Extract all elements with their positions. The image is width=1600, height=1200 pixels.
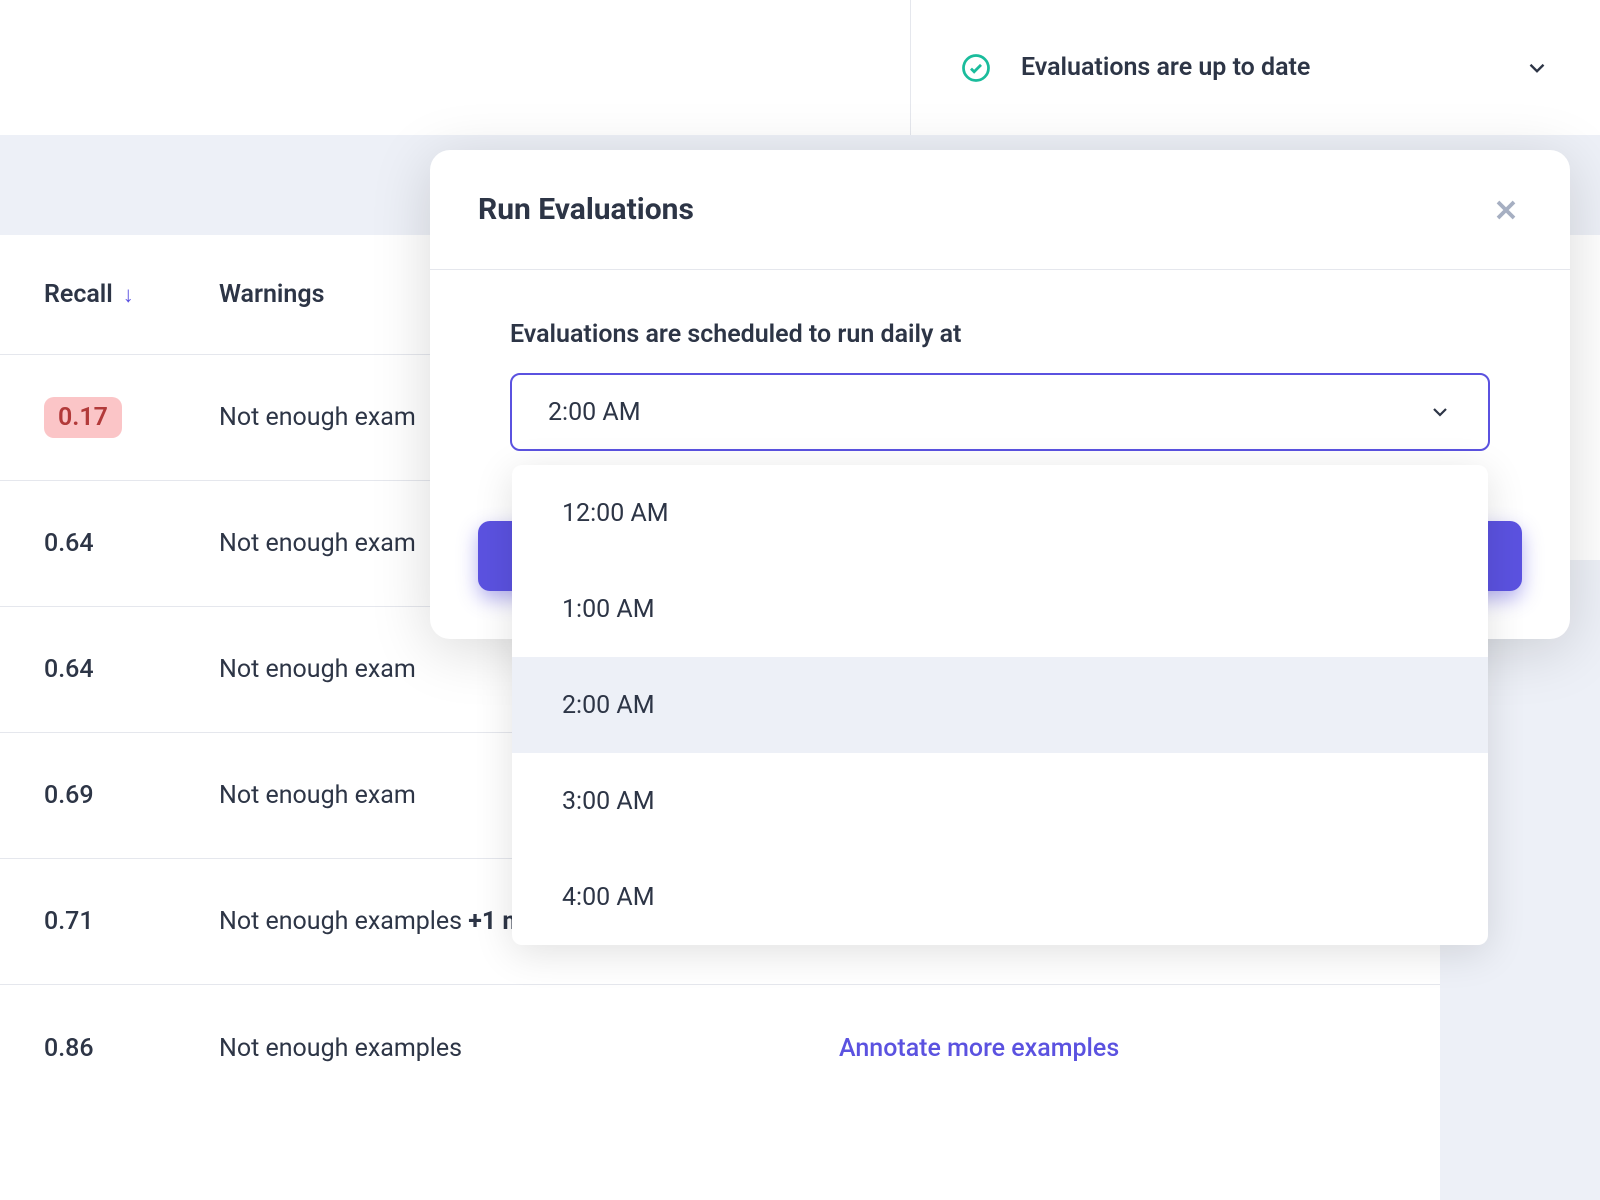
recall-value: 0.86: [44, 1034, 219, 1063]
recall-value: 0.64: [44, 529, 219, 558]
time-dropdown: 12:00 AM 1:00 AM 2:00 AM 3:00 AM 4:00 AM: [512, 465, 1488, 945]
chevron-down-icon: [1428, 400, 1452, 424]
modal-body: Evaluations are scheduled to run daily a…: [430, 270, 1570, 491]
column-header-recall[interactable]: Recall ↓: [44, 280, 219, 309]
recall-value: 0.64: [44, 655, 219, 684]
check-circle-icon: [961, 53, 991, 83]
table-row: 0.86 Not enough examples Annotate more e…: [0, 985, 1440, 1111]
time-select[interactable]: 2:00 AM 12:00 AM 1:00 AM 2:00 AM 3:00 AM…: [510, 373, 1490, 451]
status-text: Evaluations are up to date: [1021, 53, 1524, 82]
recall-value: 0.71: [44, 907, 219, 936]
close-icon[interactable]: [1490, 194, 1522, 226]
annotate-link[interactable]: Annotate more examples: [839, 1034, 1119, 1063]
recall-value: 0.17: [44, 403, 219, 432]
time-option[interactable]: 2:00 AM: [512, 657, 1488, 753]
run-evaluations-modal: Run Evaluations Evaluations are schedule…: [430, 150, 1570, 639]
chevron-down-icon[interactable]: [1524, 55, 1550, 81]
time-option[interactable]: 12:00 AM: [512, 465, 1488, 561]
column-header-warnings[interactable]: Warnings: [219, 280, 324, 309]
time-option[interactable]: 1:00 AM: [512, 561, 1488, 657]
warning-text: Not enough examples: [219, 1034, 839, 1063]
column-header-recall-label: Recall: [44, 280, 113, 309]
schedule-label: Evaluations are scheduled to run daily a…: [510, 320, 1490, 349]
status-bar: Evaluations are up to date: [910, 0, 1600, 135]
modal-title: Run Evaluations: [478, 192, 694, 227]
recall-value: 0.69: [44, 781, 219, 810]
time-select-value: 2:00 AM: [548, 398, 1428, 427]
modal-header: Run Evaluations: [430, 150, 1570, 270]
time-option[interactable]: 4:00 AM: [512, 849, 1488, 945]
time-option[interactable]: 3:00 AM: [512, 753, 1488, 849]
sort-down-icon: ↓: [123, 282, 134, 308]
